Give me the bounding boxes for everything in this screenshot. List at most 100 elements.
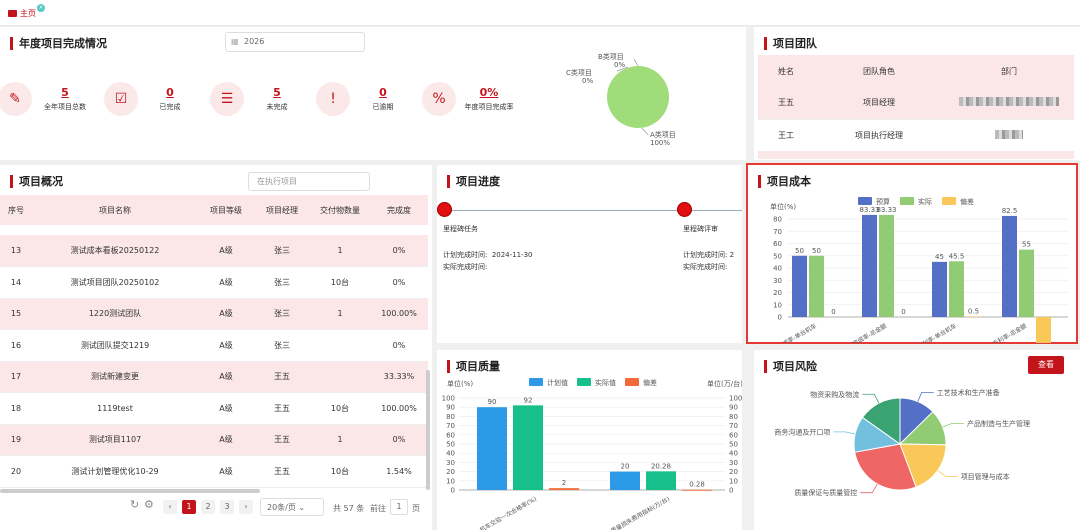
stat-value[interactable]: 0 — [368, 86, 398, 99]
goto-page-input[interactable]: 1 — [390, 499, 408, 515]
data-label: 0 — [901, 308, 905, 316]
page-button-3[interactable]: 3 — [220, 500, 234, 514]
horizontal-scrollbar[interactable] — [0, 489, 260, 493]
page-button-2[interactable]: 2 — [201, 500, 215, 514]
plan-label: 计划完成时间: — [683, 251, 728, 259]
bar[interactable] — [610, 471, 640, 490]
view-risk-button[interactable]: 查看 — [1028, 356, 1064, 374]
table-row[interactable]: 王五 项目经理 — [758, 87, 1074, 120]
gear-icon[interactable]: ⚙ — [144, 498, 154, 511]
table-row[interactable]: 王工 项目执行经理 — [758, 119, 1074, 152]
bar[interactable] — [966, 316, 981, 317]
table-cell: A级 — [198, 361, 254, 393]
bar[interactable] — [477, 407, 507, 490]
table-row[interactable]: 15 1220测试团队 A级 张三 1 100.00% — [0, 298, 428, 330]
team-panel: 项目团队 姓名 团队角色 部门 王五 项目经理 王工 项目执行经理 — [754, 27, 1080, 160]
y-tick-label-right: 90 — [729, 404, 738, 412]
table-cell: 13 — [0, 235, 32, 267]
page-size-select[interactable]: 20条/页 ⌄ — [260, 498, 324, 516]
table-cell: 15 — [0, 298, 32, 330]
table-row[interactable]: 14 测试项目团队20250102 A级 张三 10台 0% — [0, 266, 428, 299]
milestone-name: 里程碑任务 — [443, 225, 478, 233]
table-row[interactable]: 18 1119test A级 王五 10台 100.00% — [0, 392, 428, 425]
refresh-icon[interactable]: ↻ — [130, 498, 139, 511]
table-cell: 16 — [0, 329, 32, 362]
bar[interactable] — [949, 261, 964, 317]
pie-label: 产品制造与生产管理 — [967, 419, 1030, 428]
table-cell: 10台 — [310, 455, 370, 488]
milestone-dot[interactable] — [437, 202, 452, 217]
plan-label: 计划完成时间: — [443, 251, 488, 259]
table-cell: 张三 — [254, 266, 310, 299]
table-cell: 测试新建变更 — [32, 361, 198, 393]
stat-value[interactable]: 0 — [155, 86, 185, 99]
y-tick-label: 0 — [778, 314, 782, 322]
cost-chart: 预算 实际 偏差单位(%)0102030405060708050 500计划完成率-单… — [765, 197, 1068, 343]
bar[interactable] — [549, 488, 579, 490]
y-tick-label: 70 — [773, 228, 782, 236]
bar[interactable] — [792, 255, 807, 317]
y-tick-label-right: 40 — [729, 450, 738, 458]
table-cell: 19 — [0, 424, 32, 456]
bar[interactable] — [932, 261, 947, 317]
bar[interactable] — [646, 471, 676, 490]
table-cell — [310, 361, 370, 393]
table-row[interactable]: 13 测试成本看板20250122 A级 张三 1 0% — [0, 235, 428, 267]
table-cell: A级 — [198, 392, 254, 425]
table-cell: 测试项目1107 — [32, 424, 198, 456]
pie-pct-a: 100% — [650, 139, 670, 147]
folder-icon — [8, 10, 17, 17]
prev-page-button[interactable]: ‹ — [163, 500, 177, 514]
bar[interactable] — [1019, 249, 1034, 317]
legend-label: 预算 — [876, 197, 890, 206]
table-cell: 测试项目团队20250102 — [32, 266, 198, 299]
page-button-1[interactable]: 1 — [182, 500, 196, 514]
page-unit: 页 — [412, 504, 420, 513]
project-search-input[interactable]: 在执行项目 — [248, 172, 370, 191]
bar[interactable] — [513, 405, 543, 490]
close-icon[interactable]: × — [37, 4, 45, 12]
stat-value[interactable]: 5 — [262, 86, 292, 99]
data-label: 45 — [935, 253, 944, 261]
milestone-dot[interactable] — [677, 202, 692, 217]
table-cell: 张三 — [254, 298, 310, 330]
year-value: 2026 — [244, 37, 265, 46]
table-cell: 1 — [310, 235, 370, 267]
next-page-button[interactable]: › — [239, 500, 253, 514]
y-tick-label: 20 — [773, 289, 782, 297]
panel-title: 项目概况 — [10, 175, 63, 188]
x-tick-label: 质量损失费用指标(万/台) — [609, 495, 671, 530]
scrollbar[interactable] — [426, 370, 430, 490]
milestone-name: 里程碑评审 — [683, 225, 718, 233]
column-header: 项目经理 — [254, 195, 310, 225]
table-row[interactable]: 20 测试计划管理优化10-29 A级 王五 10台 1.54% — [0, 455, 428, 488]
table-cell: 20 — [0, 455, 32, 488]
stat-value[interactable]: 5 — [50, 86, 80, 99]
stat-value[interactable]: 0% — [474, 86, 504, 99]
y-tick-label: 30 — [446, 459, 455, 467]
pie-slice-a[interactable] — [607, 66, 669, 128]
bar[interactable] — [862, 214, 877, 317]
overview-table-body: 13 测试成本看板20250122 A级 张三 1 0% 14 测试项目团队20250102 A… — [0, 235, 428, 488]
bar[interactable] — [1036, 317, 1051, 343]
annual-pie-chart: B类项目 0% C类项目 0% A类项目 100% — [566, 52, 676, 147]
bar[interactable] — [1002, 215, 1017, 317]
column-header: 交付物数量 — [310, 195, 370, 225]
pie-leader — [917, 391, 934, 402]
column-header: 项目名称 — [32, 195, 198, 225]
year-picker[interactable]: ▦ 2026 — [225, 32, 365, 52]
bar[interactable] — [682, 489, 712, 491]
plan-date: 2 — [729, 251, 735, 259]
tab-home[interactable]: 主页 — [8, 8, 36, 19]
member-name: 王工 — [758, 119, 814, 152]
table-cell: 10台 — [310, 266, 370, 299]
table-cell: A级 — [198, 298, 254, 330]
table-row[interactable]: 19 测试项目1107 A级 王五 1 0% — [0, 424, 428, 456]
legend-label: 偏差 — [960, 197, 974, 206]
bar[interactable] — [879, 214, 894, 317]
pie-label: 质量保证与质量管控 — [794, 488, 857, 497]
stat-label: 未完成 — [266, 103, 288, 111]
table-row[interactable]: 17 测试新建变更 A级 王五 33.33% — [0, 361, 428, 393]
table-row[interactable]: 16 测试团队提交1219 A级 张三 0% — [0, 329, 428, 362]
bar[interactable] — [809, 255, 824, 317]
